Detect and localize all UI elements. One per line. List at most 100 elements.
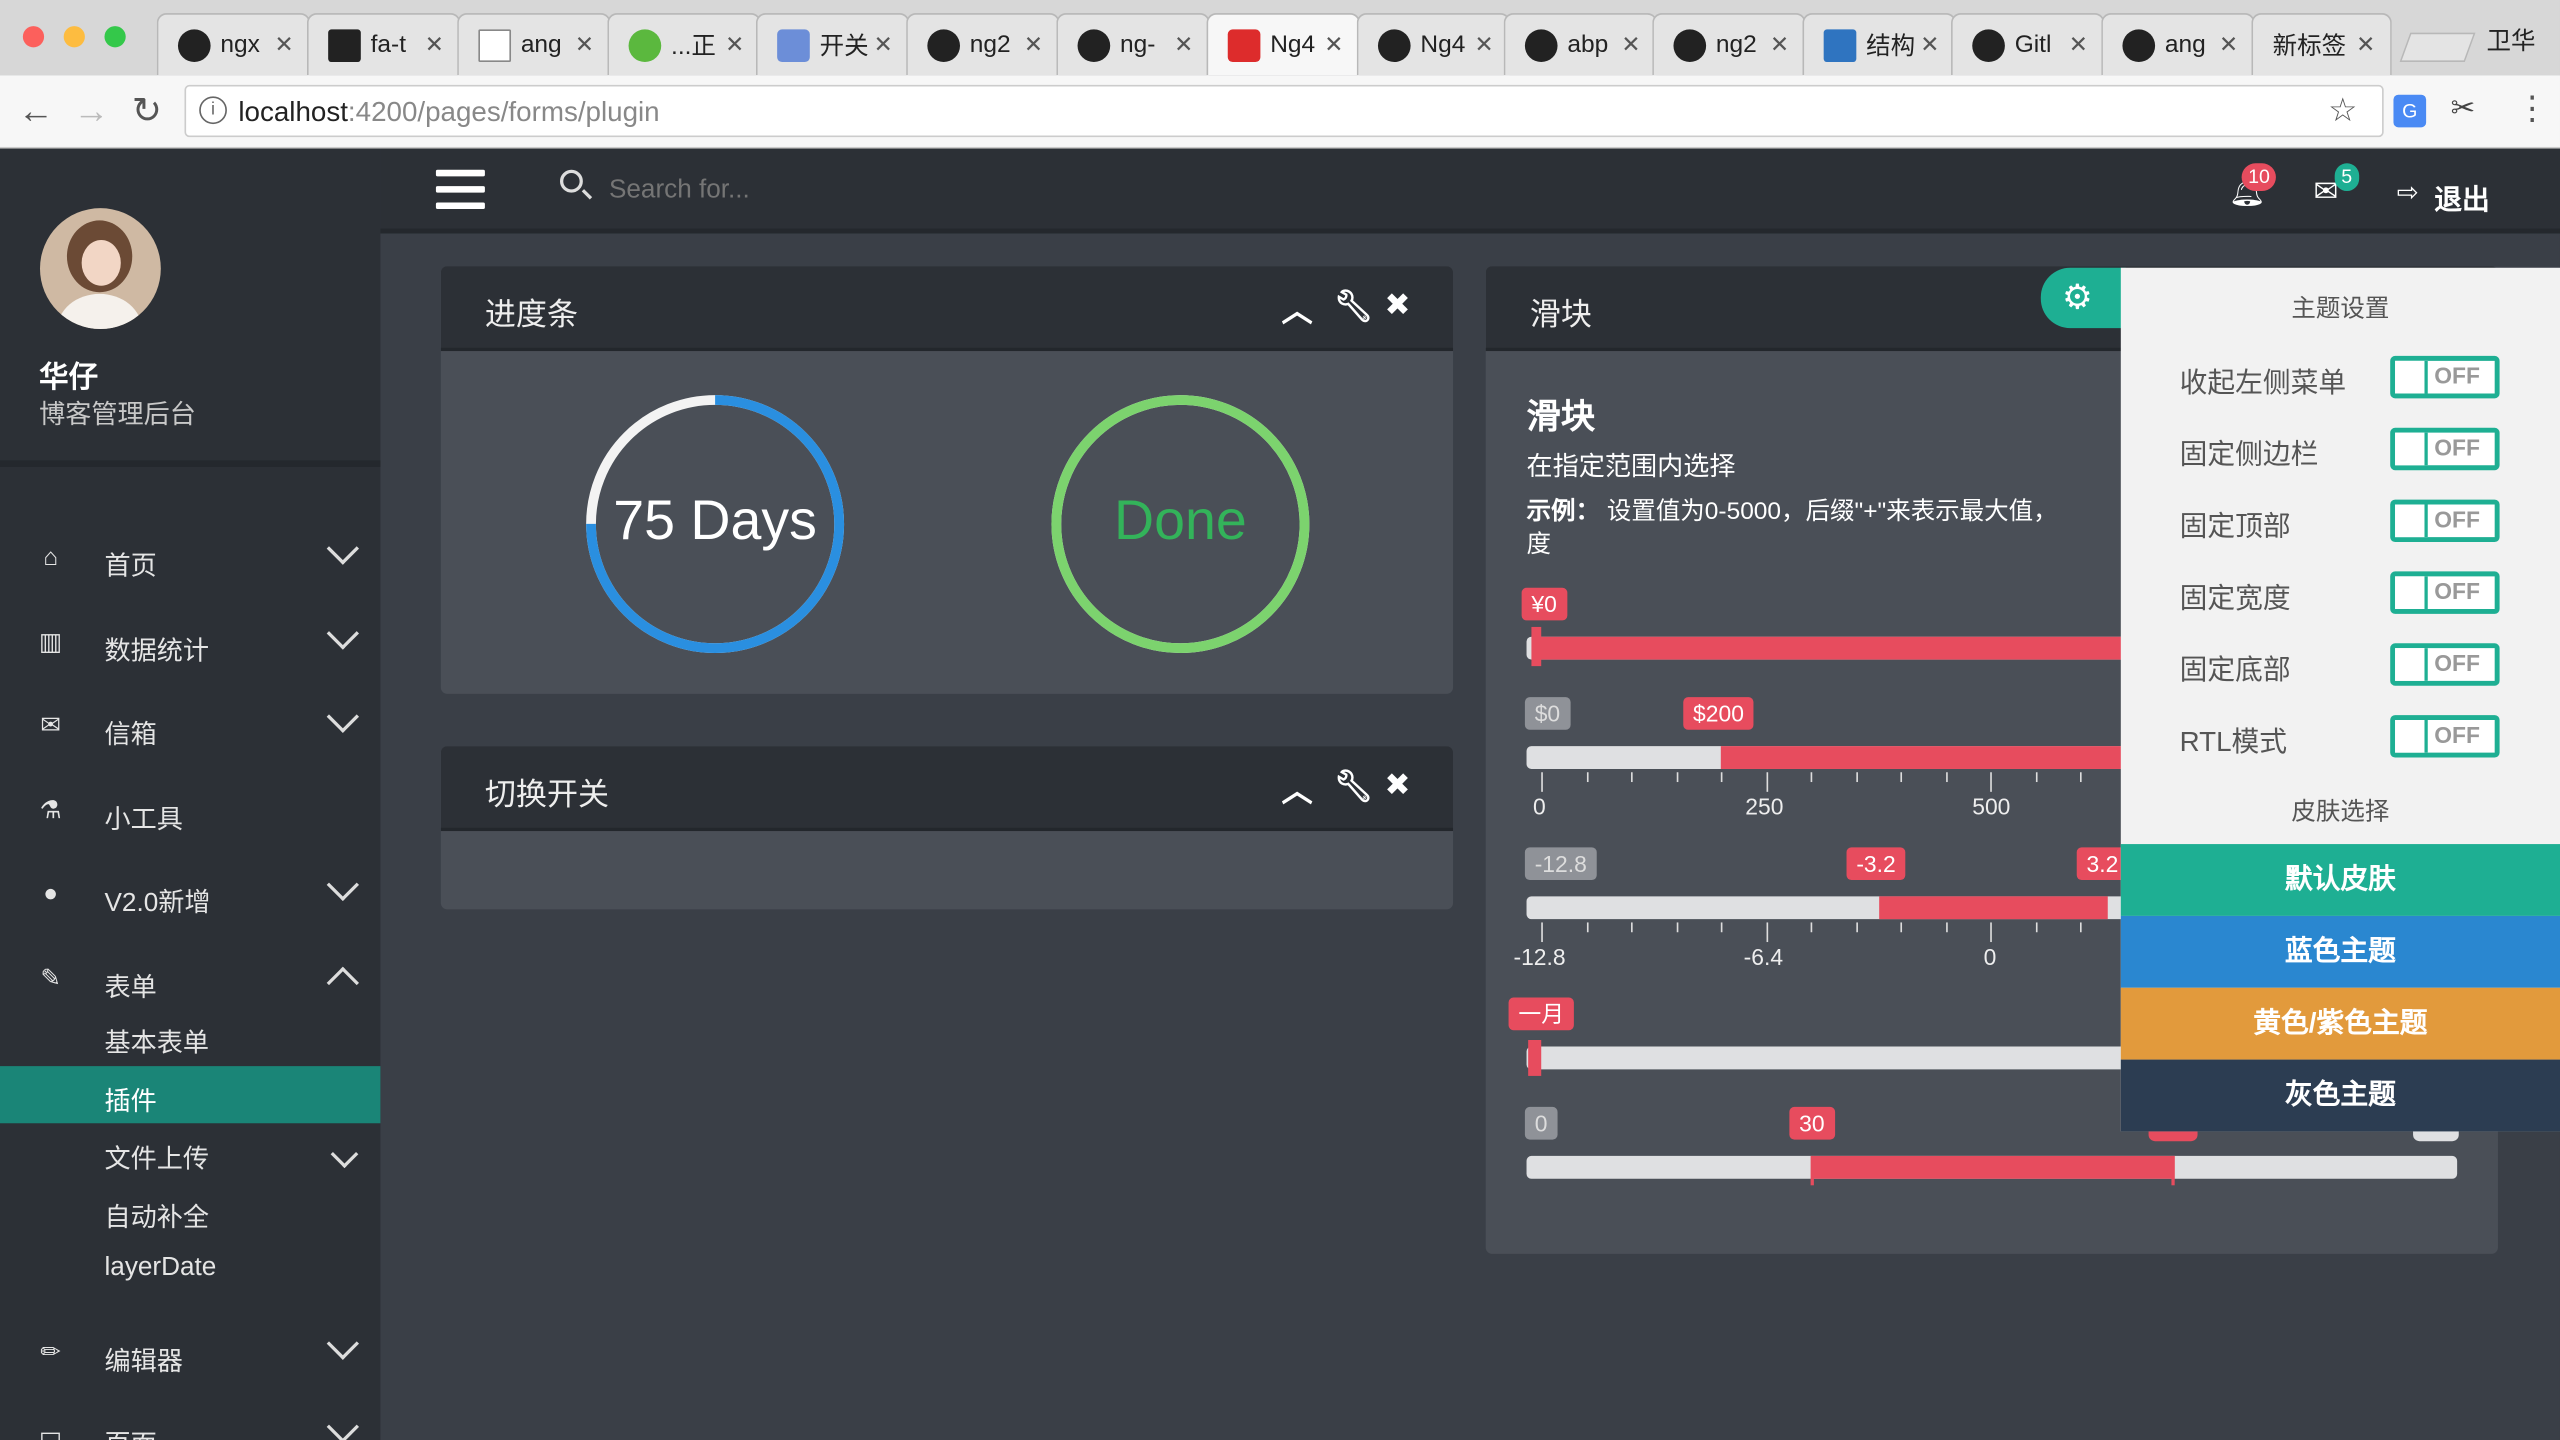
slider-tick xyxy=(1900,922,1903,933)
info-icon[interactable]: i xyxy=(199,96,227,125)
browser-tab[interactable]: ng2 ✕ xyxy=(906,13,1060,76)
skin-button[interactable]: 灰色主题 xyxy=(2120,1059,2560,1132)
settings-toggle-switch[interactable]: OFF xyxy=(2390,427,2500,471)
tab-close-icon[interactable]: ✕ xyxy=(869,31,898,59)
tab-title: ng2 xyxy=(969,31,1011,59)
minimize-window-button[interactable] xyxy=(63,26,85,48)
tab-close-icon[interactable]: ✕ xyxy=(269,31,298,59)
settings-toggle-switch[interactable]: OFF xyxy=(2390,715,2500,758)
browser-tab[interactable]: 开关 ✕ xyxy=(755,13,910,76)
skin-button[interactable]: 黄色/紫色主题 xyxy=(2120,987,2560,1060)
slider-tick xyxy=(1675,772,1678,783)
sidebar-item-home[interactable]: ⌂ 首页 xyxy=(0,521,380,603)
sidebar-subitem-autocomplete[interactable]: 自动补全 xyxy=(104,1195,209,1234)
sidebar-subitem-active-bg[interactable] xyxy=(0,1066,381,1124)
tab-close-icon[interactable]: ✕ xyxy=(2064,31,2093,59)
url-input[interactable]: i localhost:4200/pages/forms/plugin ☆ xyxy=(184,84,2384,138)
sidebar-item-editor[interactable]: ✏ 编辑器 xyxy=(0,1316,380,1398)
settings-toggle-switch[interactable]: OFF xyxy=(2390,499,2500,543)
tab-close-icon[interactable]: ✕ xyxy=(2214,31,2243,59)
browser-tab[interactable]: ng- ✕ xyxy=(1056,13,1210,76)
sidebar-subitem-plugin[interactable]: 插件 xyxy=(104,1079,156,1118)
sidebar-item-pages[interactable]: ▭ 页面 xyxy=(0,1399,380,1440)
browser-tab[interactable]: ng2 ✕ xyxy=(1652,13,1806,76)
slider-tick xyxy=(1990,922,1992,943)
browser-tab[interactable]: fa-t ✕ xyxy=(306,13,461,76)
close-icon[interactable]: ✖ xyxy=(1384,767,1410,805)
settings-toggle-switch[interactable]: OFF xyxy=(2390,643,2500,686)
close-window-button[interactable] xyxy=(22,26,45,48)
browser-tab[interactable]: Ng4 ✕ xyxy=(1356,13,1511,76)
slider-handle[interactable] xyxy=(1528,1039,1542,1076)
wrench-icon[interactable]: 🔧︎ xyxy=(1334,767,1373,806)
back-arrow-icon[interactable]: ← xyxy=(15,90,57,132)
sidebar-item-label: 首页 xyxy=(104,553,157,582)
new-tab-button[interactable] xyxy=(2399,32,2476,63)
sidebar-item-v2[interactable]: ● V2.0新增 xyxy=(0,857,380,939)
sidebar-subitem-file-upload[interactable]: 文件上传 xyxy=(104,1136,209,1175)
search-icon[interactable] xyxy=(559,169,583,193)
slider-tick xyxy=(2079,772,2082,783)
extension-icon[interactable]: ✂ xyxy=(2451,91,2476,125)
browser-tab[interactable]: 结构 ✕ xyxy=(1802,13,1956,76)
tab-close-icon[interactable]: ✕ xyxy=(1765,31,1794,59)
collapse-chevron-icon[interactable]: ︿ xyxy=(1282,287,1313,331)
tab-title: ang xyxy=(520,31,562,59)
slider-handle[interactable] xyxy=(2171,1155,2175,1186)
logout-button[interactable]: 退出 xyxy=(2434,176,2490,217)
slider-tick xyxy=(1810,772,1813,783)
tab-close-icon[interactable]: ✕ xyxy=(1169,31,1198,59)
slider-tick xyxy=(2035,772,2037,783)
collapse-chevron-icon[interactable]: ︿ xyxy=(1282,767,1313,811)
shield-icon xyxy=(777,28,810,62)
slider-handle[interactable] xyxy=(1810,1155,1814,1186)
browser-tab[interactable]: abp ✕ xyxy=(1503,13,1658,76)
tab-close-icon[interactable]: ✕ xyxy=(420,31,449,59)
toggle-panel: 切换开关 ︿ 🔧︎ ✖ xyxy=(440,746,1454,910)
more-menu-icon[interactable]: ⋮ xyxy=(2516,88,2549,129)
sidebar-item-stats[interactable]: ▥ 数据统计 xyxy=(0,606,380,688)
hamburger-menu-icon[interactable] xyxy=(435,169,485,209)
star-icon[interactable]: ☆ xyxy=(2328,90,2357,131)
divider xyxy=(0,460,381,467)
browser-tab[interactable]: 新标签 ✕ xyxy=(2251,13,2392,76)
translate-icon[interactable]: G xyxy=(2393,94,2427,128)
skin-button[interactable]: 蓝色主题 xyxy=(2120,915,2560,988)
tab-close-icon[interactable]: ✕ xyxy=(1019,31,1048,59)
avatar[interactable] xyxy=(39,207,161,329)
tab-close-icon[interactable]: ✕ xyxy=(720,31,749,59)
close-icon[interactable]: ✖ xyxy=(1384,287,1410,325)
browser-tab[interactable]: ang ✕ xyxy=(2101,13,2255,76)
settings-toggle-button[interactable]: ⚙ xyxy=(2040,267,2126,329)
sidebar-item-forms[interactable]: ✎ 表单 xyxy=(0,942,380,1024)
browser-tab[interactable]: ang ✕ xyxy=(457,13,611,76)
settings-toggle-switch[interactable]: OFF xyxy=(2390,571,2500,614)
wrench-icon[interactable]: 🔧︎ xyxy=(1334,287,1373,326)
tab-close-icon[interactable]: ✕ xyxy=(570,31,599,59)
sidebar-item-mailbox[interactable]: ✉ 信箱 xyxy=(0,689,380,771)
browser-tab[interactable]: ...正 ✕ xyxy=(607,13,761,76)
tab-close-icon[interactable]: ✕ xyxy=(2351,31,2380,59)
logout-icon[interactable]: ⇨ xyxy=(2397,176,2419,209)
browser-tab[interactable]: Gitl ✕ xyxy=(1951,13,2105,76)
sidebar-subitem-layerdate[interactable]: layerDate xyxy=(104,1254,216,1283)
settings-toggle-switch[interactable]: OFF xyxy=(2390,355,2500,399)
browser-tab[interactable]: Ng4 ✕ xyxy=(1206,13,1360,76)
maximize-window-button[interactable] xyxy=(104,26,126,48)
profile-name[interactable]: 卫华 xyxy=(2487,23,2536,57)
tab-close-icon[interactable]: ✕ xyxy=(1469,31,1498,59)
tab-close-icon[interactable]: ✕ xyxy=(1915,31,1944,59)
sidebar-subitem-basic-form[interactable]: 基本表单 xyxy=(104,1020,209,1059)
tab-close-icon[interactable]: ✕ xyxy=(1319,31,1348,59)
slider-tick xyxy=(1631,922,1633,933)
slider-tick xyxy=(1990,772,1992,792)
slider-example-cont: 度 xyxy=(1526,530,1552,559)
reload-icon[interactable]: ↻ xyxy=(126,90,168,132)
sidebar-item-tools[interactable]: ⚗ 小工具 xyxy=(0,774,380,856)
browser-tab[interactable]: ngx ✕ xyxy=(156,13,311,76)
search-input[interactable] xyxy=(608,169,1099,213)
skin-button[interactable]: 默认皮肤 xyxy=(2120,844,2560,916)
slider-handle[interactable] xyxy=(1531,626,1542,667)
tab-close-icon[interactable]: ✕ xyxy=(1616,31,1645,59)
forward-arrow-icon[interactable]: → xyxy=(70,90,112,132)
